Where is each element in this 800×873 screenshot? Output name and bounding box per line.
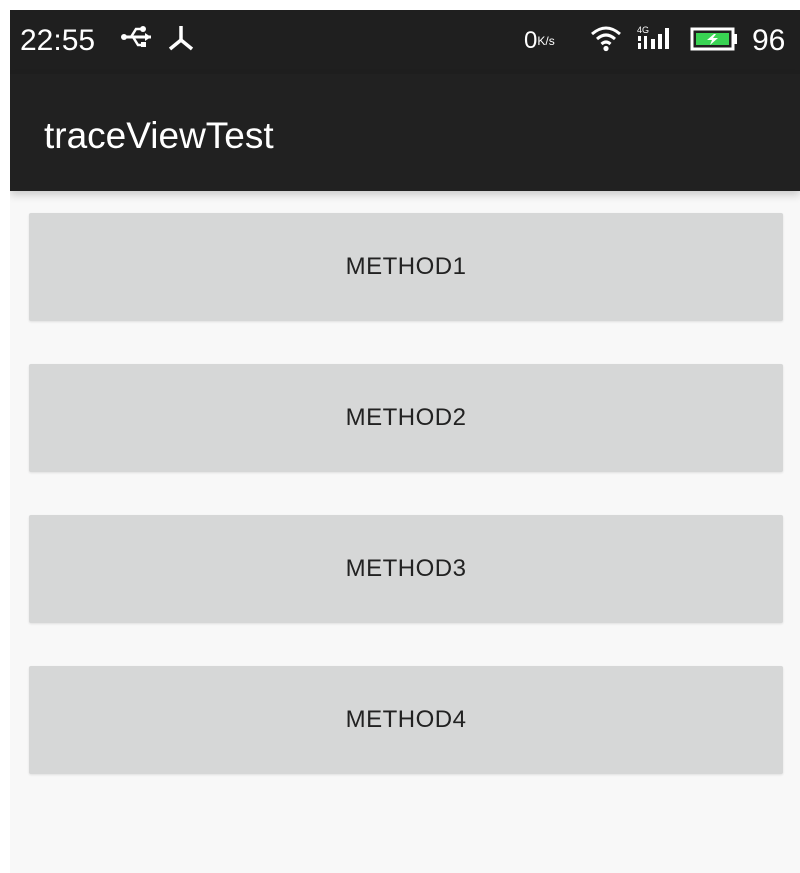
screen: 22:55 0K/s 4G 96 traceViewTest METHOD1 M… — [10, 10, 800, 873]
method2-button[interactable]: METHOD2 — [29, 364, 783, 472]
battery-percent: 96 — [752, 24, 786, 57]
method3-button[interactable]: METHOD3 — [29, 515, 783, 623]
status-bar: 22:55 0K/s 4G 96 — [10, 10, 800, 74]
wifi-icon — [591, 26, 621, 52]
status-time: 22:55 — [20, 24, 96, 57]
net-speed-unit: K/s — [537, 34, 555, 48]
battery-icon — [690, 27, 737, 51]
app-bar: traceViewTest — [10, 74, 800, 191]
svg-text:4G: 4G — [637, 25, 649, 35]
method1-button[interactable]: METHOD1 — [29, 213, 783, 321]
usb-debug-icon — [168, 26, 194, 51]
app-title: traceViewTest — [44, 115, 274, 156]
net-speed-value: 0 — [524, 27, 538, 54]
signal-4g-icon: 4G — [637, 25, 669, 49]
method4-button[interactable]: METHOD4 — [29, 666, 783, 774]
usb-icon — [121, 26, 151, 47]
net-speed: 0K/s — [524, 26, 555, 56]
